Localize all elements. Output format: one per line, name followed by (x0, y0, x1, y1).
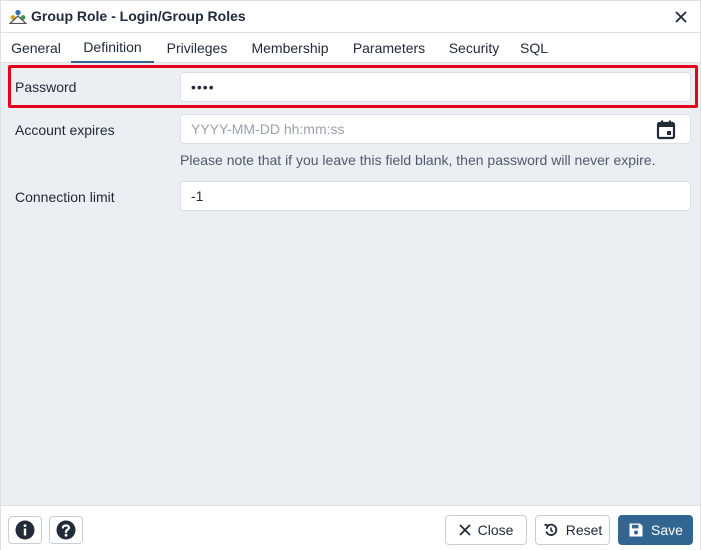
info-icon (15, 520, 35, 540)
save-button[interactable]: Save (618, 515, 693, 545)
account-expires-note: Please note that if you leave this field… (180, 152, 656, 168)
dialog-footer: Close Reset Save (1, 505, 700, 550)
info-button[interactable] (8, 516, 42, 544)
save-icon (629, 523, 643, 537)
tab-general[interactable]: General (5, 33, 67, 63)
account-expires-input[interactable] (180, 114, 691, 144)
dialog-title-bar: Group Role - Login/Group Roles (1, 1, 700, 33)
reset-button[interactable]: Reset (535, 515, 610, 545)
tab-privileges[interactable]: Privileges (160, 33, 234, 63)
close-button[interactable]: Close (445, 515, 527, 545)
password-input[interactable] (180, 72, 691, 102)
tab-parameters[interactable]: Parameters (346, 33, 432, 63)
reset-icon (543, 523, 557, 536)
connection-limit-input[interactable] (180, 181, 691, 211)
close-x-icon (458, 524, 471, 536)
reset-button-label: Reset (565, 522, 603, 538)
connection-limit-label: Connection limit (15, 189, 115, 205)
close-icon[interactable] (671, 7, 691, 27)
tab-membership[interactable]: Membership (243, 33, 337, 63)
dialog-title: Group Role - Login/Group Roles (31, 8, 246, 24)
group-role-dialog: Group Role - Login/Group Roles General D… (0, 0, 701, 550)
help-icon (56, 520, 76, 540)
tab-sql[interactable]: SQL (515, 33, 553, 63)
close-button-label: Close (477, 522, 514, 538)
tab-security[interactable]: Security (441, 33, 507, 63)
tab-definition[interactable]: Definition (71, 33, 154, 63)
tab-bar: General Definition Privileges Membership… (1, 33, 700, 63)
account-expires-label: Account expires (15, 122, 115, 138)
password-label: Password (15, 79, 77, 95)
save-button-label: Save (651, 522, 683, 538)
group-role-icon (9, 9, 27, 24)
calendar-icon[interactable] (655, 119, 677, 141)
help-button[interactable] (49, 516, 83, 544)
